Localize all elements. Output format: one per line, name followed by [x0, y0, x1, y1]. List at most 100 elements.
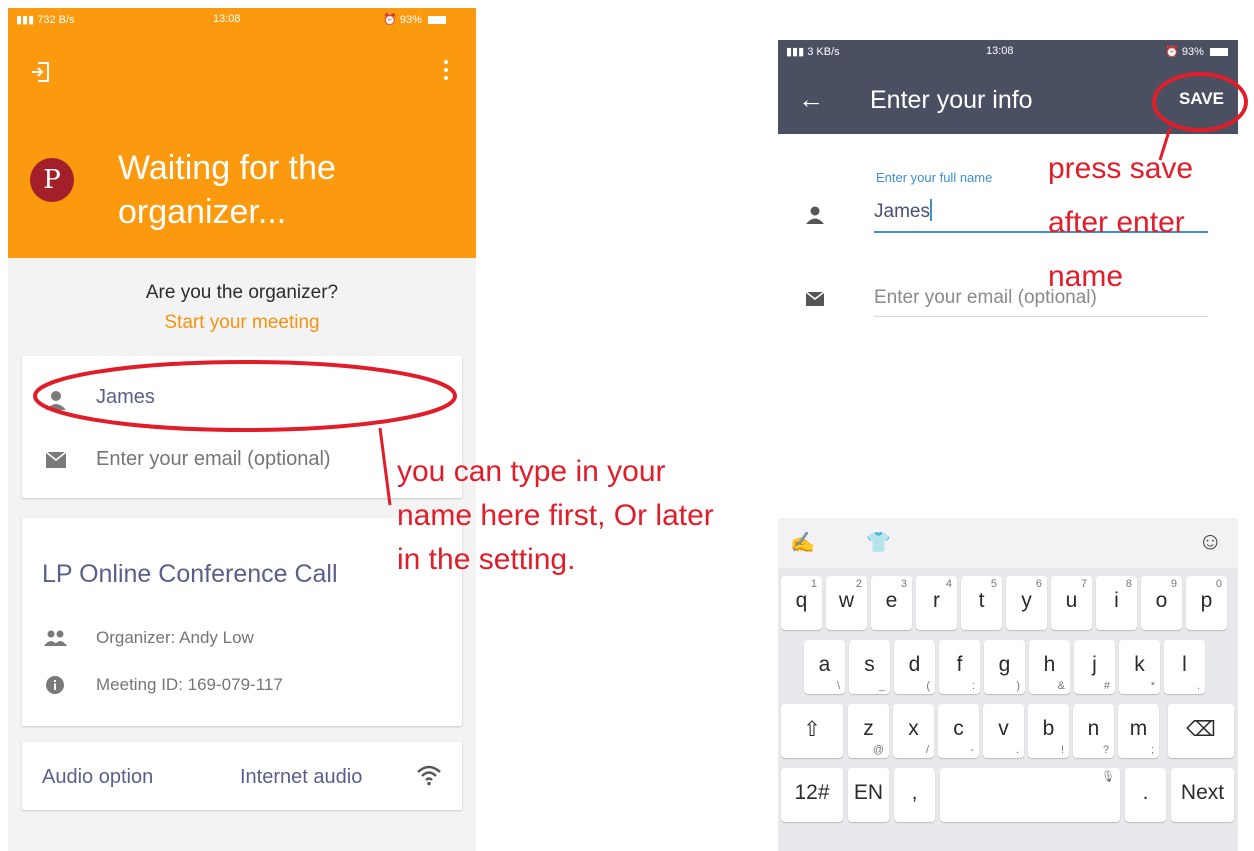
shift-key-icon[interactable]: ⇧ — [781, 704, 843, 758]
key-label: v — [998, 717, 1009, 740]
key-g[interactable]: g) — [984, 640, 1025, 694]
key-k[interactable]: k * — [1119, 640, 1160, 694]
people-icon — [44, 630, 67, 646]
symbols-key[interactable]: 12# — [781, 768, 843, 822]
status-network: ▮▮▮ 3 KB/s — [786, 46, 840, 58]
key-label: i — [1114, 589, 1119, 612]
toolbar: ← Enter your info SAVE — [778, 64, 1238, 134]
key-label: EN — [853, 781, 884, 804]
key-z[interactable]: z @ — [848, 704, 889, 758]
status-battery: ⏰ 93% — [1165, 45, 1228, 58]
key-secondary-char: 0 — [1215, 578, 1222, 590]
back-arrow-icon[interactable]: ← — [798, 84, 824, 115]
signal-icon: ▮▮▮ — [786, 46, 805, 58]
key-l[interactable]: l. — [1164, 640, 1205, 694]
key-t[interactable]: t5 — [961, 576, 1002, 630]
next-key[interactable]: Next — [1171, 768, 1234, 822]
more-options-icon[interactable] — [444, 60, 450, 84]
key-label: l — [1182, 653, 1187, 676]
key-s[interactable]: s _ — [849, 640, 890, 694]
text-cursor — [929, 199, 932, 221]
key-secondary-char: 2 — [855, 578, 862, 590]
key-label: y — [1021, 589, 1032, 612]
email-icon — [46, 452, 66, 468]
backspace-key-icon[interactable]: ⌫ — [1168, 704, 1234, 758]
key-label: t — [978, 589, 985, 612]
comma-key[interactable]: , — [894, 768, 935, 822]
signal-icon: ▮▮▮ — [16, 14, 35, 26]
key-v[interactable]: v. — [983, 704, 1024, 758]
handwriting-icon[interactable]: ✍ — [790, 530, 815, 555]
key-secondary-char: 3 — [900, 578, 907, 590]
key-x[interactable]: x / — [893, 704, 934, 758]
key-u[interactable]: u7 — [1051, 576, 1092, 630]
key-label: h — [1043, 653, 1056, 676]
microphone-icon: 🎙 — [1101, 771, 1115, 783]
wifi-icon — [417, 765, 441, 786]
key-label: p — [1200, 589, 1213, 612]
key-e[interactable]: e3 — [871, 576, 912, 630]
key-w[interactable]: w2 — [826, 576, 867, 630]
key-j[interactable]: j # — [1074, 640, 1115, 694]
status-battery: ⏰ 93% — [383, 13, 446, 26]
status-time: 13:08 — [213, 13, 241, 25]
key-label: c — [953, 717, 964, 740]
start-meeting-link[interactable]: Start your meeting — [8, 312, 476, 334]
save-button[interactable]: SAVE — [1179, 89, 1224, 109]
key-h[interactable]: h & — [1029, 640, 1070, 694]
key-i[interactable]: i8 — [1096, 576, 1137, 630]
key-r[interactable]: r4 — [916, 576, 957, 630]
key-label: x — [908, 717, 919, 740]
key-secondary-char: 5 — [990, 578, 997, 590]
key-label: o — [1155, 589, 1168, 612]
audio-option-label: Audio option — [42, 766, 154, 788]
alarm-icon: ⏰ — [1165, 46, 1179, 58]
key-secondary-char: ; — [1150, 744, 1154, 756]
battery-icon — [428, 16, 446, 24]
battery-icon — [1210, 48, 1228, 56]
space-key[interactable]: 🎙 — [940, 768, 1120, 822]
key-label: r — [933, 589, 940, 612]
key-label: g — [998, 653, 1011, 676]
key-secondary-char: ) — [1016, 680, 1020, 692]
key-secondary-char: ! — [1060, 744, 1064, 756]
key-secondary-char: 8 — [1125, 578, 1132, 590]
key-d[interactable]: d( — [894, 640, 935, 694]
key-label: ⇧ — [803, 718, 821, 741]
key-label: u — [1065, 589, 1078, 612]
key-secondary-char: \ — [836, 680, 840, 692]
key-secondary-char: 1 — [810, 578, 817, 590]
email-field[interactable]: Enter your email (optional) — [96, 448, 331, 471]
exit-icon[interactable] — [30, 60, 52, 84]
key-q[interactable]: q1 — [781, 576, 822, 630]
audio-option-value: Internet audio — [240, 766, 363, 788]
key-o[interactable]: o9 — [1141, 576, 1182, 630]
key-secondary-char: & — [1057, 680, 1065, 692]
key-label: . — [1142, 781, 1149, 804]
key-f[interactable]: f: — [939, 640, 980, 694]
keyboard-toolbar: ✍ 👕 ☺ — [778, 518, 1238, 568]
key-y[interactable]: y6 — [1006, 576, 1047, 630]
key-a[interactable]: a \ — [804, 640, 845, 694]
key-label: d — [908, 653, 921, 676]
email-icon — [806, 292, 824, 306]
emoji-icon[interactable]: ☺ — [1198, 528, 1223, 556]
key-b[interactable]: b! — [1028, 704, 1069, 758]
period-key[interactable]: . — [1125, 768, 1166, 822]
key-c[interactable]: c- — [938, 704, 979, 758]
key-m[interactable]: m; — [1118, 704, 1159, 758]
audio-option-card[interactable]: Audio option Internet audio — [22, 742, 462, 810]
key-secondary-char: 9 — [1170, 578, 1177, 590]
info-icon — [46, 676, 64, 694]
key-p[interactable]: p0 — [1186, 576, 1227, 630]
user-name-field[interactable]: James — [96, 386, 155, 409]
key-label: k — [1134, 653, 1145, 676]
language-key[interactable]: EN — [848, 768, 889, 822]
person-icon — [806, 206, 824, 224]
meeting-title: LP Online Conference Call — [42, 560, 338, 588]
theme-shirt-icon[interactable]: 👕 — [866, 530, 891, 555]
key-secondary-char: 7 — [1080, 578, 1087, 590]
key-n[interactable]: n? — [1073, 704, 1114, 758]
organizer-question: Are you the organizer? — [145, 282, 339, 303]
organizer-name: Organizer: Andy Low — [96, 628, 254, 647]
